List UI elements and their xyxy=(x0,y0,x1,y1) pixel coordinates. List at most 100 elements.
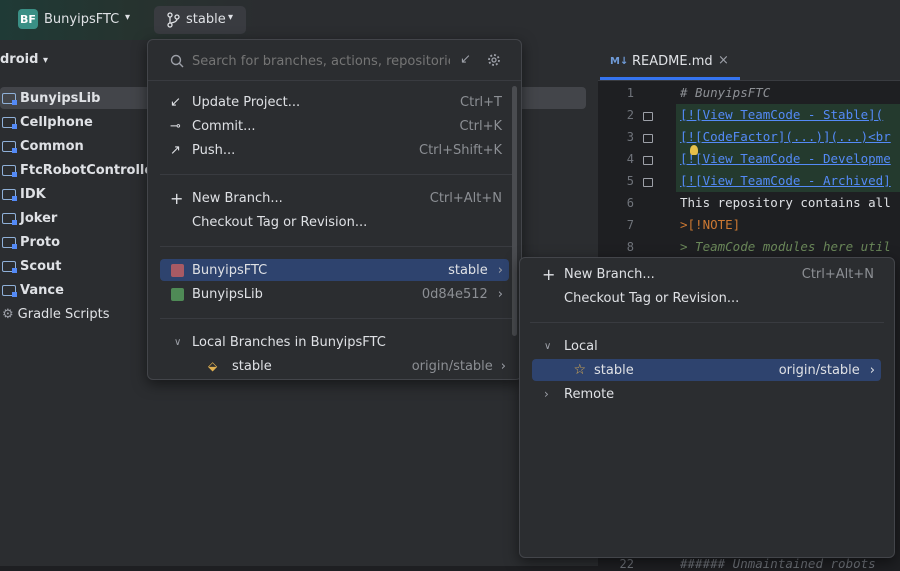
line-number: 22 xyxy=(619,557,634,571)
menu-item-label: Commit... xyxy=(192,118,256,134)
module-folder-icon xyxy=(2,284,17,297)
git-branch-icon xyxy=(167,12,180,28)
tree-item-label: Vance xyxy=(20,282,64,298)
tree-item-label: Proto xyxy=(20,234,61,250)
tree-item[interactable]: Common xyxy=(2,135,84,157)
star-icon[interactable]: ☆ xyxy=(532,362,594,378)
update-icon: ↙ xyxy=(170,94,181,110)
module-folder-icon xyxy=(2,188,17,201)
gradle-icon: ⚙ xyxy=(2,306,14,322)
checkout-tag-item[interactable]: Checkout Tag or Revision... xyxy=(564,287,739,309)
repo-branch-submenu: + New Branch... Ctrl+Alt+N Checkout Tag … xyxy=(519,257,895,558)
module-folder-icon xyxy=(2,116,17,129)
tree-item[interactable]: Cellphone xyxy=(2,111,93,133)
branch-name: stable xyxy=(594,362,634,378)
repo-color-icon xyxy=(171,263,184,277)
chevron-right-icon: › xyxy=(497,286,503,302)
line-number: 1 xyxy=(626,86,634,100)
line-number: 7 xyxy=(626,218,634,232)
tree-item-label: FtcRobotController xyxy=(20,162,160,178)
search-icon xyxy=(170,54,184,68)
shortcut: Ctrl+T xyxy=(460,94,502,110)
chevron-right-icon: › xyxy=(497,262,503,278)
remote-group[interactable]: › Remote xyxy=(544,383,614,405)
project-view-selector[interactable]: droid ▾ xyxy=(0,52,48,67)
image-preview-icon[interactable] xyxy=(643,156,653,165)
code-line: ###### Unmaintained robots xyxy=(680,556,876,571)
divider xyxy=(148,80,521,81)
local-branch-item[interactable]: ☆ stable origin/stable › xyxy=(532,359,881,381)
tree-item[interactable]: Joker xyxy=(2,207,57,229)
code-line: >[!NOTE] xyxy=(680,217,741,232)
new-branch-item[interactable]: + New Branch... Ctrl+Alt+N xyxy=(542,263,874,285)
tree-item[interactable]: Scout xyxy=(2,255,61,277)
tree-item[interactable]: ⚙ Gradle Scripts xyxy=(2,303,110,325)
project-badge[interactable]: BF xyxy=(18,9,38,29)
code-line: > TeamCode modules here util xyxy=(680,239,891,254)
local-group[interactable]: ∨ Local xyxy=(544,335,598,357)
group-label: Local xyxy=(564,338,598,354)
repository-item[interactable]: BunyipsLib 0d84e512 › xyxy=(160,283,509,305)
line-number: 6 xyxy=(626,196,634,210)
fetch-icon[interactable]: ↙ xyxy=(460,52,471,67)
tree-item-label: BunyipsLib xyxy=(20,90,101,106)
chevron-down-icon: ∨ xyxy=(174,336,182,348)
tree-item[interactable]: IDK xyxy=(2,183,46,205)
code-line: [![View TeamCode - Archived] xyxy=(680,173,891,188)
tag-icon: ⬙ xyxy=(208,359,218,373)
menu-item-action[interactable]: ↗ Push... Ctrl+Shift+K xyxy=(170,139,502,161)
popup-scrollbar[interactable] xyxy=(512,86,517,336)
tab-readme[interactable]: README.md xyxy=(632,54,713,69)
tracking-branch: origin/stable xyxy=(778,362,860,378)
image-preview-icon[interactable] xyxy=(643,178,653,187)
local-branches-group[interactable]: ∨ Local Branches in BunyipsFTC xyxy=(174,331,386,353)
tree-item[interactable]: BunyipsLib xyxy=(2,87,100,109)
close-icon[interactable]: × xyxy=(718,53,729,68)
menu-item-label: New Branch... xyxy=(564,266,655,282)
chevron-right-icon: › xyxy=(544,387,549,401)
menu-item-label: New Branch... xyxy=(192,190,283,206)
line-number: 8 xyxy=(626,240,634,254)
menu-item-action[interactable]: ⊸ Commit... Ctrl+K xyxy=(170,115,502,137)
project-name[interactable]: BunyipsFTC xyxy=(44,12,119,27)
shortcut: Ctrl+Alt+N xyxy=(801,266,874,282)
gear-icon[interactable] xyxy=(487,53,501,67)
divider xyxy=(160,318,512,319)
branch-search-input[interactable] xyxy=(192,51,450,71)
tree-item[interactable]: FtcRobotController xyxy=(2,159,160,181)
lightbulb-icon[interactable] xyxy=(690,145,698,155)
local-branch-item[interactable]: ⬙ stable origin/stable › xyxy=(208,355,506,377)
tree-item-label: IDK xyxy=(20,186,46,202)
line-number: 4 xyxy=(626,152,634,166)
code-line: This repository contains all xyxy=(680,195,891,210)
tree-item-label: Common xyxy=(20,138,84,154)
markdown-icon: M↓ xyxy=(610,56,629,67)
module-folder-icon xyxy=(2,164,17,177)
tree-item-label: Scout xyxy=(20,258,62,274)
image-preview-icon[interactable] xyxy=(643,112,653,121)
image-preview-icon[interactable] xyxy=(643,134,653,143)
shortcut: Ctrl+Alt+N xyxy=(429,190,502,206)
tracking-branch: origin/stable xyxy=(411,358,493,374)
group-label: Local Branches in BunyipsFTC xyxy=(192,334,386,350)
code-line: [![View TeamCode - Stable]( xyxy=(680,107,884,122)
line-number: 5 xyxy=(626,174,634,188)
chevron-down-icon: ∨ xyxy=(544,340,552,352)
repo-name: BunyipsFTC xyxy=(192,262,268,278)
tree-item[interactable]: Proto xyxy=(2,231,60,253)
tree-item[interactable]: Vance xyxy=(2,279,64,301)
code-line: [![View TeamCode - Developme xyxy=(680,151,891,166)
current-branch-label: stable xyxy=(186,12,226,27)
tree-item-label: Joker xyxy=(20,210,58,226)
group-label: Remote xyxy=(564,386,615,402)
commit-icon: ⊸ xyxy=(170,118,181,134)
new-branch-item[interactable]: + New Branch... Ctrl+Alt+N xyxy=(170,187,502,209)
checkout-tag-item[interactable]: Checkout Tag or Revision... xyxy=(192,211,367,233)
module-folder-icon xyxy=(2,260,17,273)
chevron-down-icon: ▾ xyxy=(125,12,131,23)
menu-item-label: Push... xyxy=(192,142,236,158)
repository-item[interactable]: BunyipsFTC stable › xyxy=(160,259,509,281)
chevron-down-icon: ▾ xyxy=(228,12,234,23)
repo-color-icon xyxy=(171,287,184,301)
menu-item-action[interactable]: ↙ Update Project... Ctrl+T xyxy=(170,91,502,113)
